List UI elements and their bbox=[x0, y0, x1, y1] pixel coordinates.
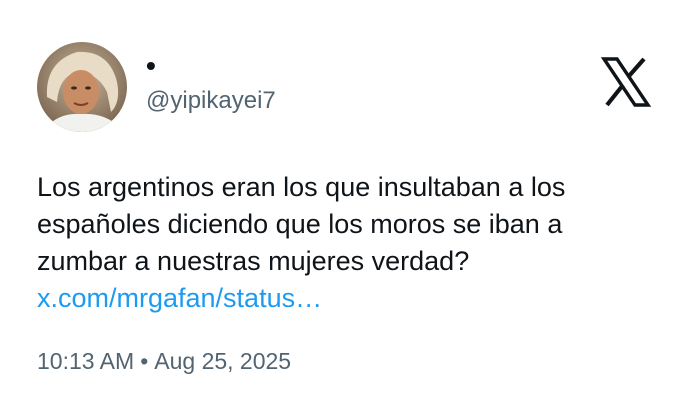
avatar[interactable] bbox=[37, 42, 127, 132]
tweet-date[interactable]: Aug 25, 2025 bbox=[154, 348, 291, 374]
tweet-card: • @yipikayei7 Los argentinos eran los qu… bbox=[0, 0, 690, 412]
x-logo-glyph bbox=[600, 57, 652, 107]
tweet-text-line: zumbar a nuestras mujeres verdad? bbox=[37, 246, 470, 276]
user-handle[interactable]: @yipikayei7 bbox=[146, 86, 276, 116]
tweet-link[interactable]: x.com/mrgafan/status… bbox=[37, 280, 657, 317]
meta-separator: • bbox=[140, 348, 149, 374]
avatar-image bbox=[37, 42, 127, 132]
tweet-text-line: españoles diciendo que los moros se iban… bbox=[37, 209, 563, 239]
display-name[interactable]: • bbox=[146, 50, 156, 82]
tweet-text: Los argentinos eran los que insultaban a… bbox=[37, 169, 657, 317]
tweet-time[interactable]: 10:13 AM bbox=[37, 348, 134, 374]
x-logo-icon[interactable] bbox=[600, 56, 652, 108]
tweet-meta: 10:13 AM • Aug 25, 2025 bbox=[37, 346, 291, 376]
tweet-text-line: Los argentinos eran los que insultaban a… bbox=[37, 172, 566, 202]
